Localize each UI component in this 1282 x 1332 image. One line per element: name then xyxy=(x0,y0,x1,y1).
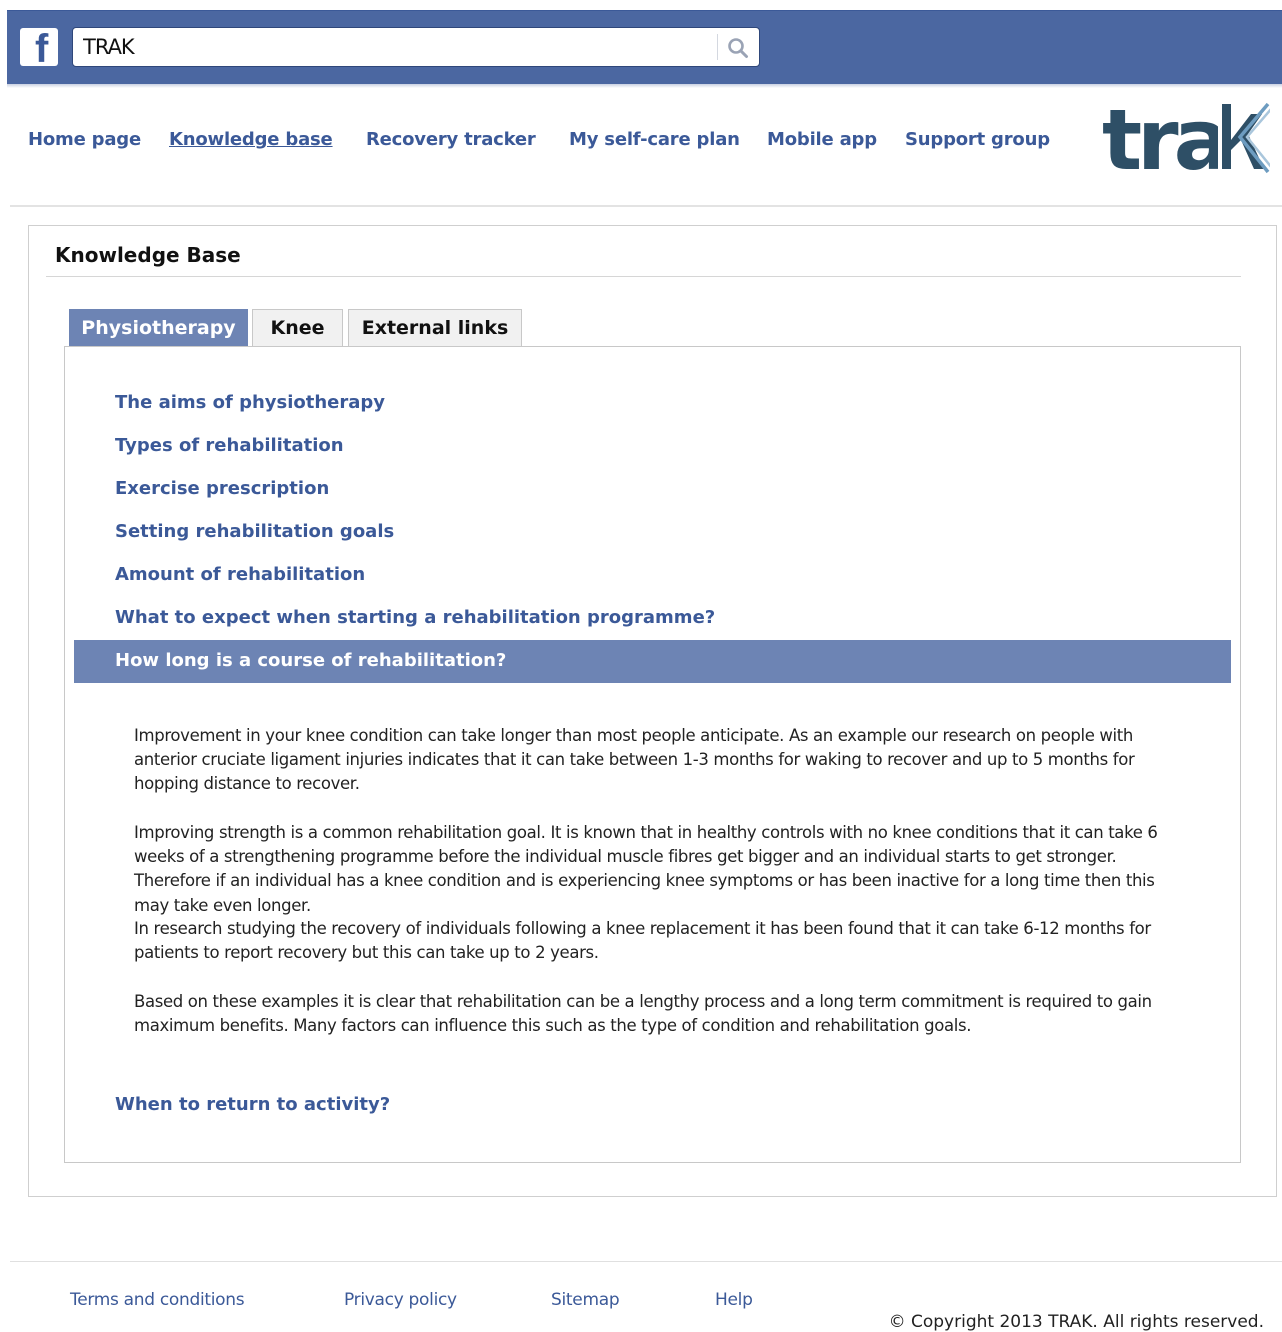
footer-sitemap-link[interactable]: Sitemap xyxy=(551,1290,620,1310)
answer-paragraph-4: Based on these examples it is clear that… xyxy=(134,992,1152,1036)
search-icon[interactable] xyxy=(726,36,750,60)
copyright-text: © Copyright 2013 TRAK. All rights reserv… xyxy=(888,1312,1264,1332)
title-divider xyxy=(46,276,1241,277)
trak-logo[interactable]: trak xyxy=(1100,92,1270,184)
footer-terms-link[interactable]: Terms and conditions xyxy=(70,1290,245,1310)
topic-when-to-return[interactable]: When to return to activity? xyxy=(115,1094,390,1115)
tab-knee[interactable]: Knee xyxy=(252,309,343,347)
nav-support-group[interactable]: Support group xyxy=(905,129,1050,150)
topic-setting-rehabilitation-goals[interactable]: Setting rehabilitation goals xyxy=(115,521,394,542)
topic-amount-of-rehabilitation[interactable]: Amount of rehabilitation xyxy=(115,564,365,585)
nav-my-self-care-plan[interactable]: My self-care plan xyxy=(569,129,740,150)
top-bar-shadow xyxy=(7,84,1282,88)
nav-recovery-tracker[interactable]: Recovery tracker xyxy=(366,129,536,150)
search-divider xyxy=(717,34,718,60)
answer-paragraph-3: In research studying the recovery of ind… xyxy=(134,919,1151,963)
facebook-f-icon[interactable]: f xyxy=(20,28,58,69)
nav-mobile-app[interactable]: Mobile app xyxy=(767,129,877,150)
topic-what-to-expect[interactable]: What to expect when starting a rehabilit… xyxy=(115,607,715,628)
footer-help-link[interactable]: Help xyxy=(715,1290,753,1310)
facebook-search-box[interactable] xyxy=(72,27,760,67)
facebook-top-bar: f xyxy=(7,10,1282,85)
topic-how-long-label: How long is a course of rehabilitation? xyxy=(115,650,507,671)
topic-exercise-prescription[interactable]: Exercise prescription xyxy=(115,478,329,499)
topic-how-long-active[interactable]: How long is a course of rehabilitation? xyxy=(74,640,1231,683)
tab-physiotherapy[interactable]: Physiotherapy xyxy=(69,309,248,347)
header-divider xyxy=(10,205,1282,207)
topic-types-of-rehabilitation[interactable]: Types of rehabilitation xyxy=(115,435,344,456)
nav-home-page[interactable]: Home page xyxy=(28,129,141,150)
tab-external-links[interactable]: External links xyxy=(348,309,522,347)
search-input[interactable] xyxy=(83,33,703,61)
answer-paragraph-2: Improving strength is a common rehabilit… xyxy=(134,823,1158,915)
answer-paragraph-1: Improvement in your knee condition can t… xyxy=(134,726,1135,794)
footer-privacy-link[interactable]: Privacy policy xyxy=(344,1290,457,1310)
footer-divider xyxy=(10,1261,1282,1262)
page-title: Knowledge Base xyxy=(55,243,241,267)
topic-aims-of-physiotherapy[interactable]: The aims of physiotherapy xyxy=(115,392,385,413)
nav-knowledge-base[interactable]: Knowledge base xyxy=(169,129,333,150)
